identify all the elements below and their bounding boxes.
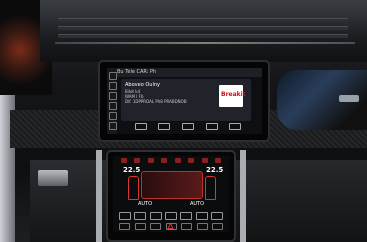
action-button[interactable] [229, 123, 242, 130]
vent-slat [58, 18, 348, 22]
car-icon[interactable] [109, 112, 117, 120]
auto-right[interactable]: AUTO [190, 201, 204, 207]
dashboard-top [40, 0, 367, 62]
climate-button[interactable] [188, 158, 195, 163]
car-interior-photo: Bu Tele CAR: Ph Aboveo Oulny Bilet k4 WA… [0, 0, 367, 242]
vent-chrome-trim [55, 42, 355, 44]
climate-button[interactable] [164, 212, 177, 220]
card-title: Aboveo Oulny [125, 82, 160, 88]
logo-text: Breakit [221, 91, 246, 98]
fan-control[interactable] [141, 171, 203, 199]
status-bar: Bu Tele CAR: Ph [117, 68, 262, 77]
console-button[interactable] [196, 223, 208, 230]
seat-heat-left[interactable] [128, 176, 139, 200]
vent-slat [58, 34, 348, 38]
climate-button[interactable] [134, 158, 141, 163]
chrome-strip [96, 150, 102, 242]
hazard-icon[interactable] [167, 223, 174, 229]
settings-icon[interactable] [109, 122, 117, 130]
console-button[interactable] [119, 223, 130, 230]
chrome-strip [240, 150, 246, 242]
climate-button[interactable] [120, 158, 127, 163]
action-button[interactable] [181, 123, 194, 130]
card-line: Dlf. 1DPPRDAL Ph8 PRABDNOB [125, 99, 187, 104]
phone-icon[interactable] [109, 82, 117, 90]
action-button[interactable] [158, 123, 171, 130]
climate-button[interactable] [147, 158, 154, 163]
climate-button[interactable] [174, 158, 181, 163]
console-button[interactable] [181, 223, 192, 230]
auto-row: AUTO AUTO [119, 200, 223, 208]
app-logo: Breakit [219, 85, 246, 107]
console-button[interactable] [134, 223, 146, 230]
vent-slat [58, 26, 348, 30]
action-button[interactable] [134, 123, 147, 130]
climate-button[interactable] [215, 158, 222, 163]
temp-right[interactable]: 22.5 [206, 166, 223, 174]
app-card[interactable]: Aboveo Oulny Bilet k4 WAM I Fb Dlf. 1DPP… [121, 79, 251, 121]
climate-button[interactable] [161, 158, 168, 163]
climate-button-row [119, 212, 223, 220]
climate-screen[interactable]: 22.5 22.5 AUTO AUTO [113, 156, 229, 232]
climate-button[interactable] [149, 212, 162, 220]
console-right [234, 160, 367, 242]
console-button[interactable] [150, 223, 161, 230]
climate-top-row [117, 158, 225, 164]
action-bar [129, 123, 247, 130]
climate-button[interactable] [195, 212, 208, 220]
infotainment-screen[interactable]: Bu Tele CAR: Ph Aboveo Oulny Bilet k4 WA… [107, 68, 262, 134]
seat-heat-right[interactable] [205, 176, 216, 200]
temp-left[interactable]: 22.5 [123, 166, 140, 174]
climate-button[interactable] [134, 212, 147, 220]
home-icon[interactable] [109, 72, 117, 80]
side-icon-bar [107, 68, 117, 134]
climate-button[interactable] [201, 158, 208, 163]
climate-button[interactable] [210, 212, 223, 220]
console-switch[interactable] [38, 170, 68, 186]
console-button[interactable] [212, 223, 223, 230]
badge [339, 95, 359, 102]
climate-button[interactable] [119, 212, 131, 220]
media-icon[interactable] [109, 102, 117, 110]
nav-icon[interactable] [109, 92, 117, 100]
climate-button[interactable] [180, 212, 193, 220]
auto-left[interactable]: AUTO [138, 201, 152, 207]
action-button[interactable] [205, 123, 218, 130]
